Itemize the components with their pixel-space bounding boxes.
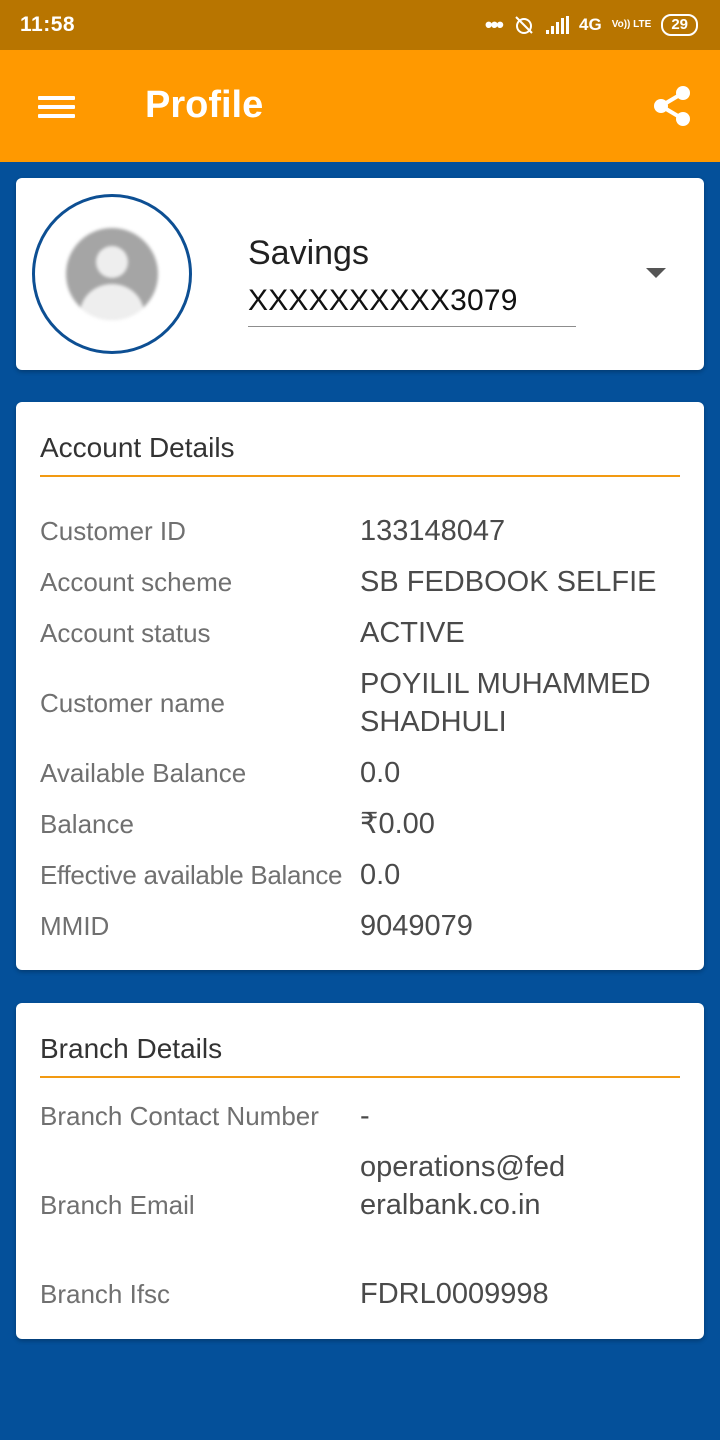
more-notifications-icon: •••	[484, 12, 504, 37]
hamburger-menu-icon[interactable]	[38, 96, 75, 118]
branch-contact-value: -	[360, 1100, 370, 1132]
branch-details-title: Branch Details	[40, 1033, 223, 1064]
customer-name-value: POYILIL MUHAMMED SHADHULI	[360, 668, 651, 738]
volte-icon: Vo)) LTE	[611, 19, 652, 30]
app-bar: Profile	[0, 50, 720, 162]
section-divider	[40, 475, 680, 477]
mmid-value: 9049079	[360, 910, 473, 942]
alarm-off-icon	[515, 16, 533, 34]
effective-balance-value: 0.0	[360, 859, 401, 891]
account-selector-card: Savings XXXXXXXXXX3079	[16, 178, 704, 370]
network-type: 4G	[579, 15, 602, 34]
share-icon[interactable]	[652, 84, 692, 128]
branch-email-label: Branch Email	[40, 1190, 195, 1220]
avatar	[32, 194, 192, 354]
branch-ifsc-label: Branch Ifsc	[40, 1279, 171, 1309]
branch-ifsc-value: FDRL0009998	[360, 1278, 549, 1310]
branch-email-value[interactable]: operations@federalbank.co.in	[360, 1148, 570, 1224]
available-balance-label: Available Balance	[40, 758, 247, 788]
battery-icon: 29	[661, 14, 698, 36]
branch-details-card: Branch Details Branch Contact Number - B…	[16, 1003, 704, 1339]
account-status-value: ACTIVE	[360, 617, 465, 649]
customer-id-value: 133148047	[360, 515, 506, 547]
status-time: 11:58	[20, 13, 76, 36]
account-number-dropdown[interactable]: XXXXXXXXXX3079	[248, 284, 576, 327]
customer-name-label: Customer name	[40, 688, 225, 718]
dropdown-arrow-icon[interactable]	[646, 268, 666, 278]
section-divider	[40, 1076, 680, 1078]
account-type-label: Savings	[248, 234, 369, 272]
account-status-label: Account status	[40, 618, 211, 648]
status-icons: ••• 4G Vo)) LTE 29	[485, 13, 698, 37]
signal-strength-icon	[546, 16, 569, 34]
effective-balance-label: Effective available Balance	[40, 860, 343, 890]
profile-avatar-icon	[66, 228, 158, 320]
branch-contact-label: Branch Contact Number	[40, 1101, 319, 1131]
account-scheme-value: SB FEDBOOK SELFIE	[360, 566, 657, 598]
customer-id-label: Customer ID	[40, 516, 186, 546]
balance-value: ₹0.00	[360, 808, 435, 840]
available-balance-value: 0.0	[360, 757, 401, 789]
status-bar: 11:58 ••• 4G Vo)) LTE 29	[0, 0, 720, 50]
account-details-title: Account Details	[40, 432, 235, 463]
account-scheme-label: Account scheme	[40, 567, 233, 597]
account-details-card: Account Details Customer ID 133148047 Ac…	[16, 402, 704, 970]
page-title: Profile	[145, 84, 264, 126]
balance-label: Balance	[40, 809, 134, 839]
mmid-label: MMID	[40, 911, 110, 941]
